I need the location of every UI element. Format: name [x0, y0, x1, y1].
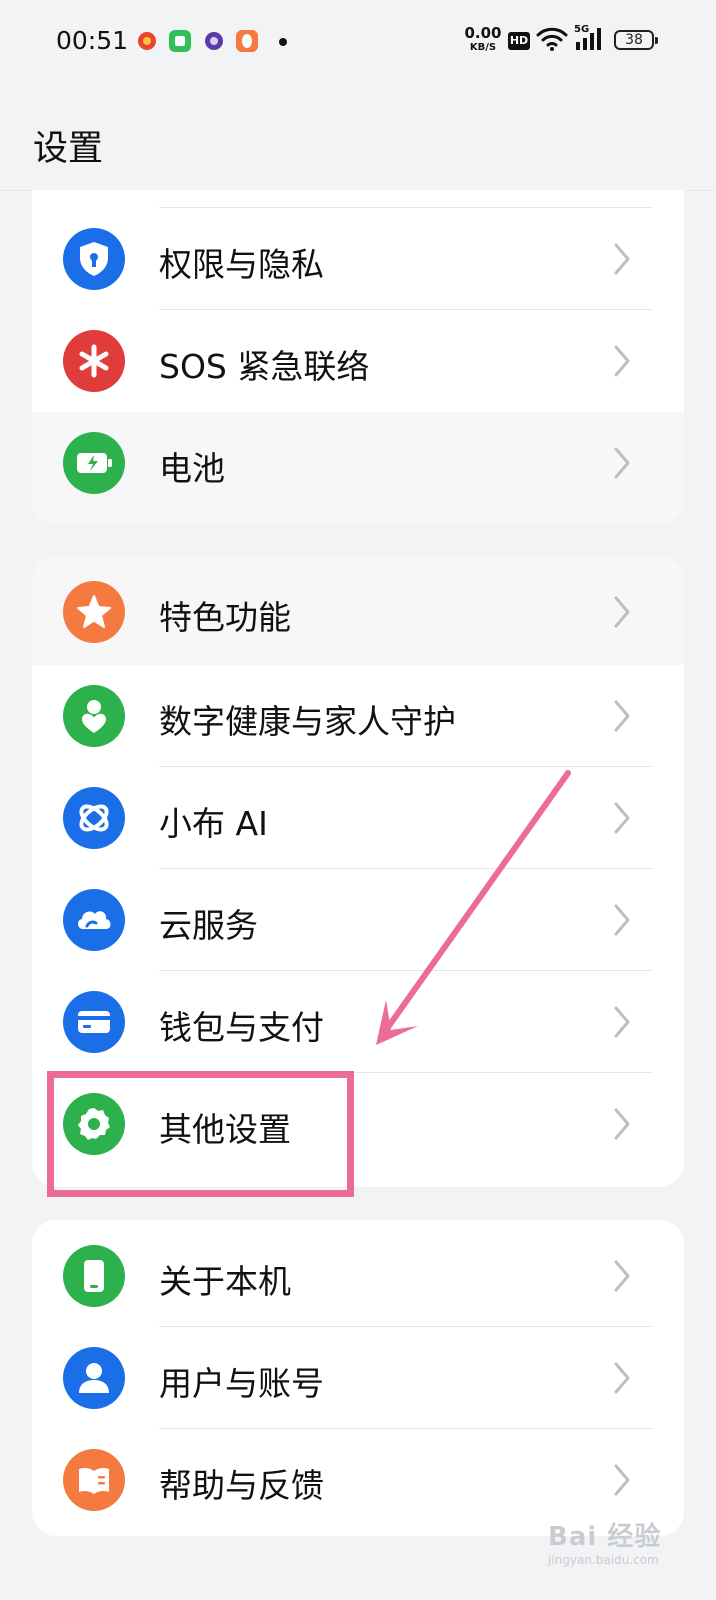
settings-item-label: 特色功能: [159, 598, 291, 637]
settings-item-label: SOS 紧急联络: [159, 347, 370, 386]
watermark-url-text: jingyan.baidu.com: [548, 1553, 659, 1567]
chevron-right-icon: [614, 700, 630, 732]
star-icon: [63, 581, 125, 643]
watermark-main-text: Bai 经验: [548, 1522, 662, 1552]
settings-item-label: 钱包与支付: [159, 1008, 324, 1047]
chevron-right-icon: [614, 1362, 630, 1394]
user-icon: [63, 1347, 125, 1409]
app-notification-icon: [203, 30, 225, 52]
chevron-right-icon: [614, 904, 630, 936]
hd-badge: HD: [508, 32, 530, 50]
status-bar: 00:51 0.00 KB/S HD 5G 38: [0, 0, 716, 84]
chevron-right-icon: [614, 447, 630, 479]
settings-item-features[interactable]: 特色功能: [32, 557, 684, 665]
chevron-right-icon: [614, 1108, 630, 1140]
network-speed: 0.00 KB/S: [464, 26, 502, 53]
settings-item-wallet[interactable]: 钱包与支付: [32, 971, 684, 1073]
more-notifications-dot: [279, 38, 287, 46]
settings-item-cloud[interactable]: 云服务: [32, 869, 684, 971]
settings-item-label: 用户与账号: [159, 1364, 324, 1403]
network-speed-unit: KB/S: [469, 42, 497, 53]
battery-icon: [63, 432, 125, 494]
book-icon: [63, 1449, 125, 1511]
settings-item-privacy[interactable]: 权限与隐私: [32, 208, 684, 310]
settings-item-label: 小布 AI: [159, 804, 268, 843]
battery-indicator: 38: [614, 30, 658, 50]
cloud-icon: [63, 889, 125, 951]
shield-icon: [63, 228, 125, 290]
settings-item-about-phone[interactable]: 关于本机: [32, 1225, 684, 1327]
asterisk-icon: [63, 330, 125, 392]
baidu-jingyan-watermark: Bai 经验 jingyan.baidu.com: [548, 1516, 661, 1567]
chevron-right-icon: [614, 243, 630, 275]
app-notification-icon: [136, 30, 158, 52]
chevron-right-icon: [614, 345, 630, 377]
chevron-right-icon: [614, 1006, 630, 1038]
phone-icon: [63, 1245, 125, 1307]
settings-item-xiaobu-ai[interactable]: 小布 AI: [32, 767, 684, 869]
chevron-right-icon: [614, 1464, 630, 1496]
settings-item-label: 数字健康与家人守护: [159, 702, 456, 741]
settings-group-3: 关于本机 用户与账号 帮助与反馈: [32, 1220, 684, 1536]
settings-item-users-accounts[interactable]: 用户与账号: [32, 1327, 684, 1429]
settings-item-sos[interactable]: SOS 紧急联络: [32, 310, 684, 412]
settings-item-label: 云服务: [159, 906, 258, 945]
person-heart-icon: [63, 685, 125, 747]
status-time: 00:51: [56, 26, 129, 55]
settings-item-label: 关于本机: [159, 1262, 291, 1301]
wallet-card-icon: [63, 991, 125, 1053]
app-notification-icon: [169, 30, 191, 52]
chevron-right-icon: [614, 802, 630, 834]
settings-item-digital-wellbeing[interactable]: 数字健康与家人守护: [32, 665, 684, 767]
cellular-signal-icon: [576, 28, 601, 50]
annotation-highlight-box: [47, 1071, 354, 1197]
page-title: 设置: [33, 129, 104, 169]
app-notification-icon: [236, 30, 258, 52]
chevron-right-icon: [614, 1260, 630, 1292]
chevron-right-icon: [614, 596, 630, 628]
settings-item-label: 帮助与反馈: [159, 1466, 324, 1505]
settings-partial-row: [32, 190, 684, 208]
network-speed-value: 0.00: [464, 24, 502, 42]
settings-group-1: 权限与隐私 SOS 紧急联络 电池: [32, 190, 684, 524]
wifi-icon: [536, 27, 568, 51]
settings-item-battery[interactable]: 电池: [32, 412, 684, 524]
settings-item-label: 电池: [159, 449, 225, 488]
ai-assistant-icon: [63, 787, 125, 849]
settings-item-label: 权限与隐私: [159, 245, 324, 284]
